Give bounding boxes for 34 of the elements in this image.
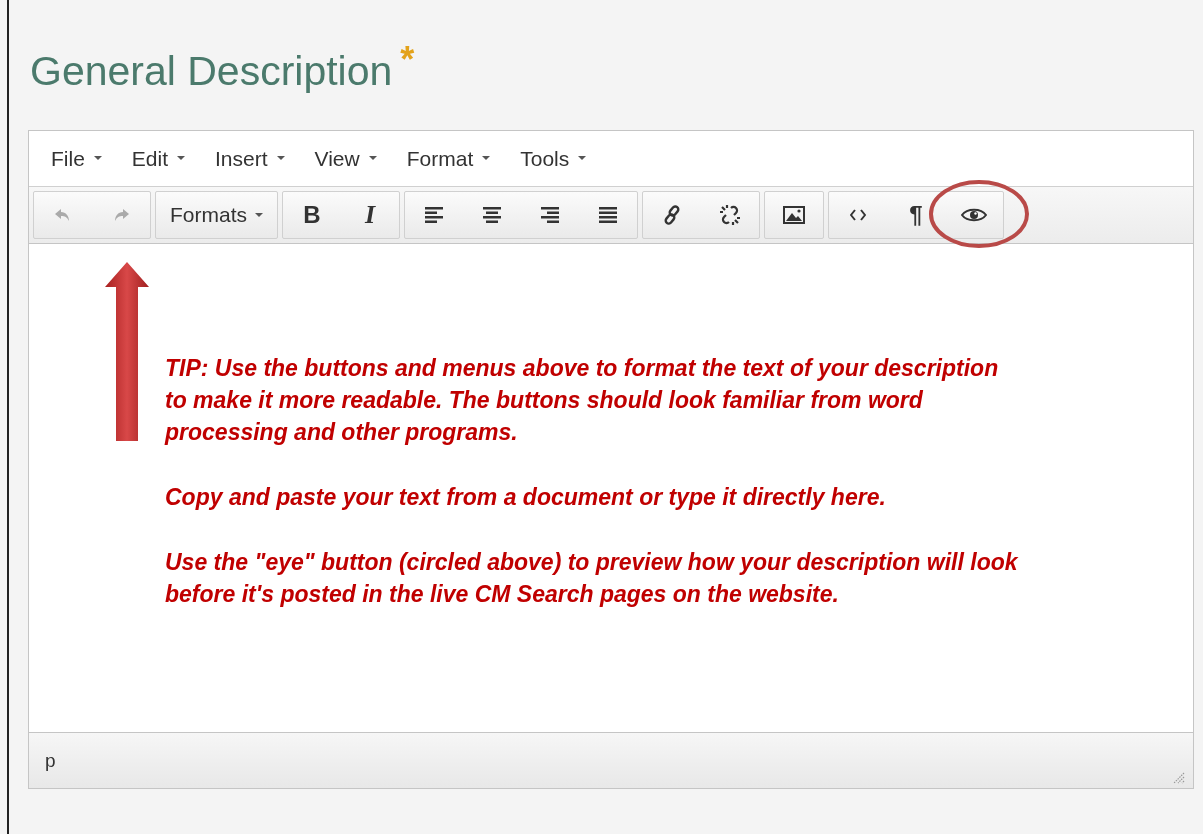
formats-dropdown[interactable]: Formats	[156, 192, 277, 238]
field-label: General Description	[30, 48, 393, 95]
image-icon	[783, 206, 805, 224]
caret-icon	[93, 156, 102, 161]
code-icon	[850, 209, 866, 221]
caret-icon	[177, 156, 186, 161]
menu-item[interactable]: View	[304, 142, 387, 175]
menu-item[interactable]: Tools	[510, 142, 597, 175]
bold-button[interactable]: B	[283, 192, 341, 238]
menu-item[interactable]: Edit	[121, 142, 196, 175]
tip-paragraph: Copy and paste your text from a document or type it directly here.	[165, 483, 887, 512]
menu-item[interactable]: Format	[396, 142, 501, 175]
justify-icon	[598, 206, 618, 224]
caret-icon	[368, 156, 377, 161]
align-icon	[540, 206, 560, 224]
required-mark: *	[400, 42, 415, 78]
caret-icon	[578, 156, 587, 161]
caret-icon	[255, 212, 263, 218]
align-icon	[482, 206, 502, 224]
tip-paragraph: TIP: Use the buttons and menus above to format the text of your description to make it more readable. The buttons should look familiar from word processing and other programs.	[165, 354, 1000, 447]
up-arrow-icon	[103, 261, 151, 443]
unlink-icon	[719, 204, 741, 226]
menu-item[interactable]: File	[41, 142, 112, 175]
paragraph-button[interactable]: ¶	[887, 192, 945, 238]
caret-icon	[276, 156, 285, 161]
menu-item[interactable]: Insert	[205, 142, 295, 175]
element-path: p	[45, 749, 56, 772]
align-icon	[424, 206, 444, 224]
italic-button[interactable]: I	[341, 192, 399, 238]
eye-icon	[961, 207, 987, 223]
link-icon	[662, 205, 682, 225]
tip-paragraph: Use the "eye" button (circled above) to preview how your description will look before it's posted in the live CM Search pages on the website.	[165, 548, 1019, 609]
caret-icon	[482, 156, 491, 161]
resize-handle-icon[interactable]	[1173, 772, 1185, 784]
